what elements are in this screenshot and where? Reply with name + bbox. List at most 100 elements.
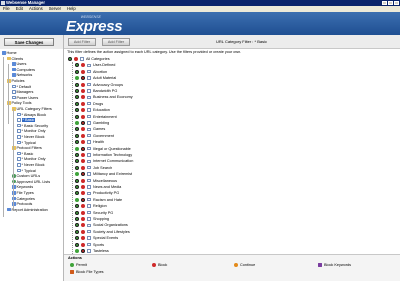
permit-toggle-icon[interactable]: [75, 63, 79, 68]
nav-item[interactable]: Keywords: [12, 185, 33, 190]
category-row[interactable]: Business and Economy: [64, 94, 400, 100]
category-row[interactable]: Shopping: [64, 216, 400, 222]
permit-toggle-icon[interactable]: [75, 229, 79, 234]
permit-toggle-icon[interactable]: [75, 133, 79, 138]
block-toggle-icon[interactable]: [81, 127, 85, 132]
category-row[interactable]: Government: [64, 133, 400, 139]
block-toggle-icon[interactable]: [81, 172, 85, 177]
block-toggle-icon[interactable]: [81, 121, 85, 125]
category-row[interactable]: Games: [64, 126, 400, 132]
save-changes-button[interactable]: Save Changes: [4, 38, 54, 46]
permit-toggle-icon[interactable]: [75, 89, 79, 93]
permit-toggle-icon[interactable]: [75, 159, 79, 164]
block-toggle-icon[interactable]: [74, 57, 78, 61]
permit-toggle-icon[interactable]: [75, 178, 79, 183]
block-toggle-icon[interactable]: [81, 178, 85, 183]
add-filter-button[interactable]: Add Filter: [68, 38, 96, 46]
nav-item[interactable]: * Default: [12, 84, 31, 90]
category-row[interactable]: Militancy and Extremist: [64, 171, 400, 177]
category-row[interactable]: Religion: [64, 203, 400, 209]
nav-item[interactable]: URL Category Filters: [12, 107, 52, 112]
nav-item[interactable]: Power Users: [12, 95, 38, 101]
block-toggle-icon[interactable]: [81, 146, 85, 151]
permit-toggle-icon[interactable]: [75, 82, 79, 87]
nav-item[interactable]: * Basic: [17, 151, 33, 157]
block-toggle-icon[interactable]: [81, 82, 85, 87]
category-row[interactable]: Gambling: [64, 120, 400, 126]
nav-item[interactable]: Approved URL Lists: [12, 179, 50, 185]
permit-toggle-icon[interactable]: [75, 210, 79, 215]
category-row[interactable]: Advocacy Groups: [64, 82, 400, 88]
block-toggle-icon[interactable]: [81, 191, 85, 196]
category-row[interactable]: Social Organizations: [64, 222, 400, 228]
block-toggle-icon[interactable]: [81, 95, 85, 100]
block-toggle-icon[interactable]: [81, 108, 85, 113]
nav-item[interactable]: * Monitor Only: [17, 157, 46, 162]
category-row[interactable]: Job Search: [64, 165, 400, 171]
nav-item[interactable]: Categories: [12, 196, 35, 202]
category-row[interactable]: Internet Communication: [64, 158, 400, 164]
block-toggle-icon[interactable]: [81, 140, 85, 145]
permit-toggle-icon[interactable]: [75, 95, 79, 100]
nav-item[interactable]: * Basic: [17, 118, 36, 123]
category-row[interactable]: Bandwidth PG: [64, 88, 400, 94]
block-toggle-icon[interactable]: [81, 236, 85, 241]
permit-toggle-icon[interactable]: [75, 185, 79, 189]
category-row[interactable]: Illegal or Questionable: [64, 146, 400, 152]
category-row[interactable]: User-Defined: [64, 62, 400, 68]
block-toggle-icon[interactable]: [81, 217, 85, 221]
permit-toggle-icon[interactable]: [75, 69, 79, 74]
permit-toggle-icon[interactable]: [75, 140, 79, 145]
category-row[interactable]: Health: [64, 139, 400, 145]
block-toggle-icon[interactable]: [81, 89, 85, 93]
nav-item[interactable]: * Never Block: [17, 163, 45, 168]
permit-toggle-icon[interactable]: [75, 236, 79, 241]
category-row[interactable]: Racism and Hate: [64, 197, 400, 203]
nav-item[interactable]: * Typical: [17, 168, 36, 174]
nav-item[interactable]: Policy Tools: [7, 101, 31, 106]
category-row[interactable]: News and Media: [64, 184, 400, 190]
permit-toggle-icon[interactable]: [68, 57, 72, 61]
nav-item[interactable]: Computers: [12, 67, 35, 73]
nav-item[interactable]: Protocol Filters: [12, 146, 42, 151]
category-row[interactable]: All Categories: [64, 56, 400, 62]
permit-toggle-icon[interactable]: [75, 191, 79, 196]
block-toggle-icon[interactable]: [81, 153, 85, 157]
block-toggle-icon[interactable]: [81, 242, 85, 247]
minimize-icon[interactable]: [382, 1, 387, 5]
nav-item[interactable]: Users: [12, 62, 26, 67]
permit-toggle-icon[interactable]: [75, 146, 79, 151]
block-toggle-icon[interactable]: [81, 76, 85, 81]
maximize-icon[interactable]: [388, 1, 393, 5]
block-toggle-icon[interactable]: [81, 210, 85, 215]
block-toggle-icon[interactable]: [81, 114, 85, 119]
add-filter-button-2[interactable]: Add Filter: [102, 38, 130, 46]
category-row[interactable]: Society and Lifestyles: [64, 229, 400, 235]
permit-toggle-icon[interactable]: [75, 127, 79, 132]
permit-toggle-icon[interactable]: [75, 172, 79, 177]
close-icon[interactable]: [394, 1, 399, 5]
nav-item[interactable]: Managers: [12, 90, 33, 95]
nav-item[interactable]: Networks: [12, 73, 32, 78]
category-row[interactable]: Miscellaneous: [64, 178, 400, 184]
permit-toggle-icon[interactable]: [75, 204, 79, 209]
block-toggle-icon[interactable]: [81, 197, 85, 202]
block-toggle-icon[interactable]: [81, 69, 85, 74]
block-toggle-icon[interactable]: [81, 249, 85, 253]
permit-toggle-icon[interactable]: [75, 197, 79, 202]
permit-toggle-icon[interactable]: [75, 76, 79, 81]
category-row[interactable]: Security PG: [64, 210, 400, 216]
permit-toggle-icon[interactable]: [75, 249, 79, 253]
permit-toggle-icon[interactable]: [75, 153, 79, 157]
category-row[interactable]: Adult Material: [64, 75, 400, 81]
block-toggle-icon[interactable]: [81, 204, 85, 209]
nav-item[interactable]: * Typical: [17, 140, 36, 146]
nav-item[interactable]: * Monitor Only: [17, 129, 46, 134]
category-row[interactable]: Drugs: [64, 101, 400, 107]
category-row[interactable]: Sports: [64, 242, 400, 248]
nav-item[interactable]: Policies: [7, 79, 25, 84]
category-row[interactable]: Special Events: [64, 235, 400, 241]
category-row[interactable]: Education: [64, 107, 400, 113]
category-row[interactable]: Entertainment: [64, 114, 400, 120]
nav-item[interactable]: Home: [2, 51, 17, 56]
